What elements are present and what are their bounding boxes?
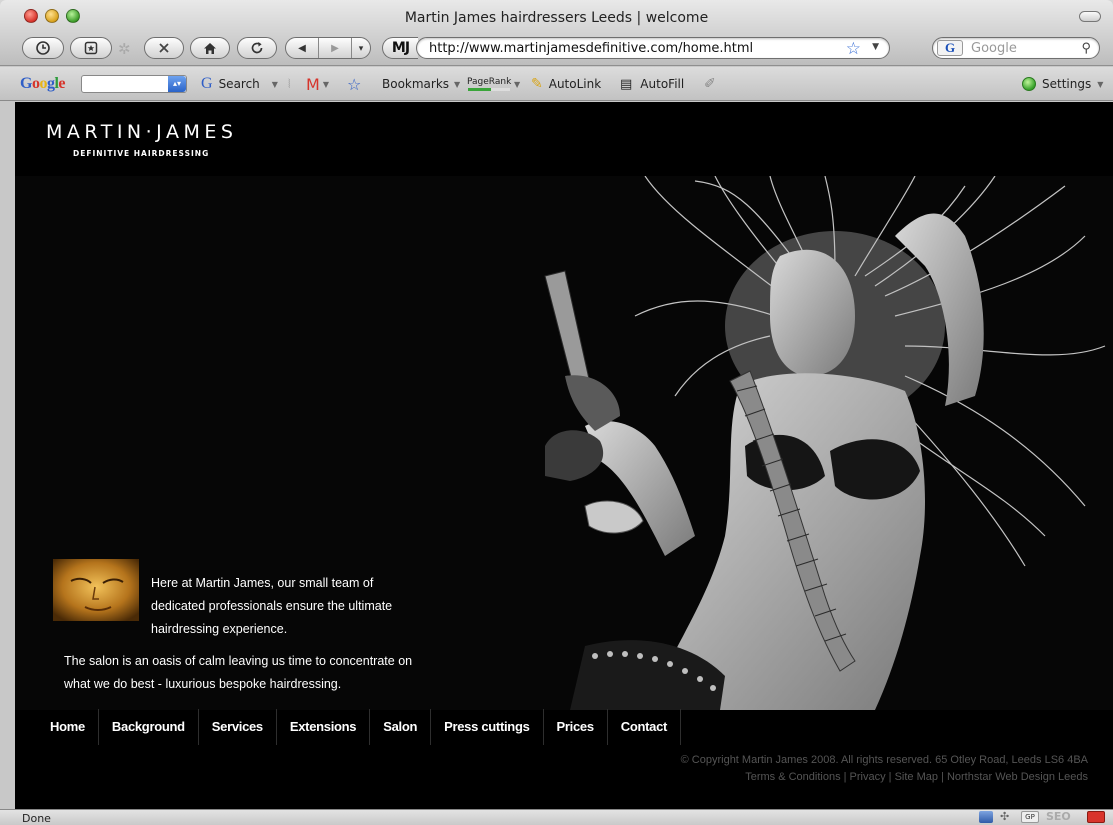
status-text: Done	[22, 812, 51, 825]
bookmark-page-button[interactable]	[70, 37, 112, 59]
golden-face-thumbnail	[53, 559, 139, 621]
nav-contact[interactable]: Contact	[608, 709, 682, 745]
network-icon[interactable]	[979, 811, 993, 823]
google-g-icon: G	[201, 75, 213, 92]
bookmarks-dropdown-icon: ▼	[454, 79, 461, 89]
stop-button[interactable]	[144, 37, 184, 59]
status-green-icon	[1022, 77, 1036, 91]
puzzle-icon[interactable]: ✣	[1000, 811, 1014, 823]
settings-button[interactable]: Settings ▼	[1022, 67, 1103, 101]
search-type-select-icon[interactable]: ▴▾	[168, 76, 186, 92]
site-logo[interactable]: MARTIN·JAMES	[46, 121, 237, 143]
hero-section: Here at Martin James, our small team of …	[15, 176, 1113, 710]
settings-label: Settings	[1042, 77, 1092, 91]
history-button[interactable]	[22, 37, 64, 59]
hero-photo-woman-with-revolver	[525, 176, 1113, 710]
address-bar[interactable]: http://www.martinjamesdefinitive.com/hom…	[416, 37, 890, 59]
status-bar: Done ✣ GP SEO	[0, 809, 1113, 825]
google-search-label: Search	[218, 77, 260, 91]
intro-paragraph: Here at Martin James, our small team of …	[151, 576, 393, 636]
site-header: MARTIN·JAMES DEFINITIVE HAIRDRESSING	[15, 102, 1113, 176]
bookmarks-star-icon[interactable]: ☆	[347, 67, 361, 101]
status-bar-icons: ✣ GP SEO	[979, 811, 1105, 823]
main-navigation: Home Background Services Extensions Salo…	[37, 709, 682, 745]
stop-x-icon	[159, 43, 169, 53]
mail-icon[interactable]	[1087, 811, 1105, 823]
search-engine-icon[interactable]: G	[937, 40, 963, 56]
bookmark-star-icon	[84, 41, 98, 55]
toolbar-divider-icon: ⦚	[288, 76, 291, 91]
nav-home[interactable]: Home	[37, 709, 99, 745]
nav-prices[interactable]: Prices	[544, 709, 608, 745]
footer-links[interactable]: Terms & Conditions | Privacy | Site Map …	[745, 771, 1088, 783]
autolink-button[interactable]: ✎ AutoLink	[531, 67, 601, 101]
nav-extensions[interactable]: Extensions	[277, 709, 371, 745]
copyright-text: © Copyright Martin James 2008. All right…	[680, 754, 1088, 766]
page-viewport: MARTIN·JAMES DEFINITIVE HAIRDRESSING Her…	[15, 102, 1113, 809]
autolink-wand-icon: ✎	[531, 76, 543, 92]
pagerank-label: PageRank	[467, 77, 512, 87]
search-dropdown-icon[interactable]: ▼	[272, 80, 278, 89]
body-paragraph: The salon is an oasis of calm leaving us…	[64, 654, 413, 691]
reload-icon	[251, 42, 263, 54]
bookmarks-menu[interactable]: Bookmarks ▼	[382, 67, 460, 101]
bookmark-star-icon[interactable]: ☆	[846, 39, 861, 59]
pagerank-indicator[interactable]: PageRank	[467, 67, 511, 101]
home-icon	[204, 42, 216, 54]
activity-gear-icon: ✲	[118, 41, 131, 58]
back-button[interactable]: ◀	[286, 38, 319, 58]
pagerank-bar	[468, 88, 511, 91]
back-forward-group: ◀ ▶ ▾	[285, 37, 371, 59]
browser-window: Martin James hairdressers Leeds | welcom…	[0, 0, 1113, 825]
window-title: Martin James hairdressers Leeds | welcom…	[404, 10, 709, 26]
url-dropdown-icon[interactable]: ▼	[872, 42, 879, 52]
settings-dropdown-icon: ▼	[1097, 79, 1104, 89]
nav-press-cuttings[interactable]: Press cuttings	[431, 709, 544, 745]
google-toolbar-logo[interactable]: Google	[20, 67, 65, 101]
autolink-label: AutoLink	[548, 77, 602, 91]
forward-button[interactable]: ▶	[319, 38, 352, 58]
nav-salon[interactable]: Salon	[370, 709, 432, 745]
nav-background[interactable]: Background	[99, 709, 199, 745]
google-toolbar: Google ▴▾ G Search ▼ ⦚ M ▼ ☆ Bookmarks ▼ …	[0, 67, 1113, 101]
highlighter-icon[interactable]: ✐	[704, 67, 716, 101]
autofill-icon: ▤	[620, 76, 633, 92]
toolbar-toggle-button[interactable]	[1079, 11, 1101, 22]
clock-icon	[36, 41, 50, 55]
google-search-button[interactable]: G Search ▼	[201, 67, 278, 101]
reload-button[interactable]	[237, 37, 277, 59]
site-logo-tagline: DEFINITIVE HAIRDRESSING	[73, 149, 210, 158]
search-magnifier-icon[interactable]: ⚲	[1081, 40, 1091, 56]
autofill-label: AutoFill	[640, 77, 685, 91]
search-box[interactable]: G Google ⚲	[932, 37, 1100, 59]
url-text[interactable]: http://www.martinjamesdefinitive.com/hom…	[429, 41, 753, 56]
pagerank-dropdown-icon[interactable]: ▼	[514, 67, 520, 101]
autofill-button[interactable]: ▤ AutoFill	[620, 67, 684, 101]
google-toolbar-search-field[interactable]: ▴▾	[81, 67, 187, 101]
site-favicon: MJ	[382, 37, 418, 59]
seo-icon[interactable]: SEO	[1046, 811, 1080, 823]
bookmarks-label: Bookmarks	[382, 77, 450, 91]
home-button[interactable]	[190, 37, 230, 59]
search-input[interactable]: Google	[971, 41, 1017, 56]
history-dropdown-button[interactable]: ▾	[352, 38, 370, 58]
gp-icon[interactable]: GP	[1021, 811, 1039, 823]
nav-services[interactable]: Services	[199, 709, 277, 745]
gmail-icon[interactable]: M ▼	[306, 67, 329, 101]
title-bar: Martin James hairdressers Leeds | welcom…	[0, 0, 1113, 66]
